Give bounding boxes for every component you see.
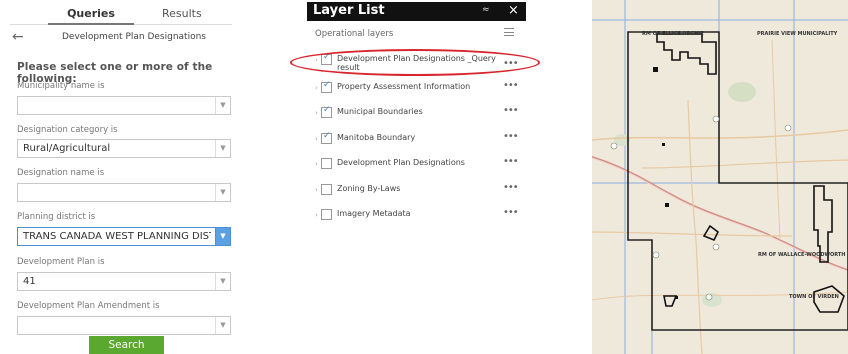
- chevron-down-icon[interactable]: ▼: [215, 317, 230, 334]
- chevron-right-icon[interactable]: ›: [315, 186, 318, 194]
- operational-layers-label: Operational layers: [315, 29, 394, 39]
- more-options-icon[interactable]: •••: [503, 131, 519, 142]
- map-label-virden: TOWN OF VIRDEN: [789, 294, 839, 300]
- layer-checkbox[interactable]: [321, 80, 332, 93]
- more-options-icon[interactable]: •••: [503, 182, 519, 193]
- designation-category-select[interactable]: Rural/Agricultural ▼: [17, 139, 231, 158]
- layer-row[interactable]: › Zoning By-Laws •••: [307, 182, 526, 200]
- search-button[interactable]: Search: [89, 336, 164, 354]
- municipality-label: Municipality name is: [17, 81, 105, 91]
- map-label-prairie: PRAIRIE VIEW MUNICIPALITY: [757, 31, 838, 37]
- back-arrow-icon[interactable]: ←: [12, 29, 24, 45]
- development-plan-select[interactable]: 41 ▼: [17, 272, 231, 291]
- development-plan-value: 41: [23, 276, 36, 287]
- layer-name: Municipal Boundaries: [337, 107, 423, 116]
- tab-queries[interactable]: Queries: [48, 7, 134, 25]
- development-plan-amendment-select[interactable]: ▼: [17, 316, 231, 335]
- query-tabs: Queries Results: [10, 4, 232, 25]
- collapse-icon[interactable]: ≈: [482, 5, 490, 15]
- layer-name: Development Plan Designations: [337, 158, 465, 167]
- highlight-ellipse: [290, 49, 540, 76]
- chevron-right-icon[interactable]: ›: [315, 84, 318, 92]
- more-options-icon[interactable]: •••: [503, 80, 519, 91]
- layer-row[interactable]: › Municipal Boundaries •••: [307, 105, 526, 123]
- layer-checkbox[interactable]: [321, 105, 332, 118]
- planning-district-value: TRANS CANADA WEST PLANNING DISTF: [23, 231, 211, 242]
- layer-list-title: Layer List: [313, 3, 385, 18]
- designation-name-label: Designation name is: [17, 168, 105, 178]
- chevron-right-icon[interactable]: ›: [315, 160, 318, 168]
- layer-checkbox[interactable]: [321, 131, 332, 144]
- layer-name: Property Assessment Information: [337, 82, 471, 91]
- map-view[interactable]: RM OF ELLICE-ARCHIE PRAIRIE VIEW MUNICIP…: [592, 0, 848, 354]
- development-plan-label: Development Plan is: [17, 257, 105, 267]
- designation-category-label: Designation category is: [17, 125, 118, 135]
- planning-district-select[interactable]: TRANS CANADA WEST PLANNING DISTF ▼: [17, 227, 231, 246]
- layer-row[interactable]: › Development Plan Designations •••: [307, 156, 526, 174]
- layer-checkbox[interactable]: [321, 209, 332, 220]
- chevron-down-icon[interactable]: ▼: [215, 184, 230, 201]
- chevron-right-icon[interactable]: ›: [315, 211, 318, 219]
- chevron-down-icon[interactable]: ▼: [215, 273, 230, 290]
- map-canvas[interactable]: [592, 0, 848, 354]
- chevron-right-icon[interactable]: ›: [315, 135, 318, 143]
- designation-category-value: Rural/Agricultural: [23, 143, 111, 154]
- development-plan-amendment-label: Development Plan Amendment is: [17, 301, 160, 311]
- layer-checkbox[interactable]: [321, 184, 332, 195]
- close-icon[interactable]: ×: [508, 3, 519, 18]
- chevron-right-icon[interactable]: ›: [315, 109, 318, 117]
- chevron-down-icon[interactable]: ▼: [215, 97, 230, 114]
- layer-name: Zoning By-Laws: [337, 184, 401, 193]
- chevron-down-icon[interactable]: ▼: [215, 140, 230, 157]
- layer-row[interactable]: › Manitoba Boundary •••: [307, 131, 526, 149]
- planning-district-label: Planning district is: [17, 212, 96, 222]
- more-options-icon[interactable]: •••: [503, 105, 519, 116]
- more-options-icon[interactable]: •••: [503, 207, 519, 218]
- more-options-icon[interactable]: •••: [503, 156, 519, 167]
- query-panel: Queries Results ← Development Plan Desig…: [0, 0, 240, 354]
- map-label-ellice: RM OF ELLICE-ARCHIE: [642, 31, 704, 37]
- layer-name: Imagery Metadata: [337, 209, 411, 218]
- menu-icon[interactable]: [504, 28, 514, 38]
- layer-row[interactable]: › Property Assessment Information •••: [307, 80, 526, 98]
- chevron-down-icon[interactable]: ▼: [215, 228, 230, 245]
- query-title: Development Plan Designations: [62, 32, 206, 42]
- layer-list-header: Layer List ≈ ×: [307, 2, 526, 21]
- map-label-wallace: RM OF WALLACE-WOODWORTH: [758, 252, 846, 258]
- layer-name: Manitoba Boundary: [337, 133, 416, 142]
- layer-list-panel: Layer List ≈ × Operational layers › Deve…: [307, 0, 526, 225]
- tab-results[interactable]: Results: [162, 7, 202, 20]
- designation-name-select[interactable]: ▼: [17, 183, 231, 202]
- municipality-select[interactable]: ▼: [17, 96, 231, 115]
- layer-row[interactable]: › Imagery Metadata •••: [307, 207, 526, 225]
- layer-checkbox[interactable]: [321, 158, 332, 169]
